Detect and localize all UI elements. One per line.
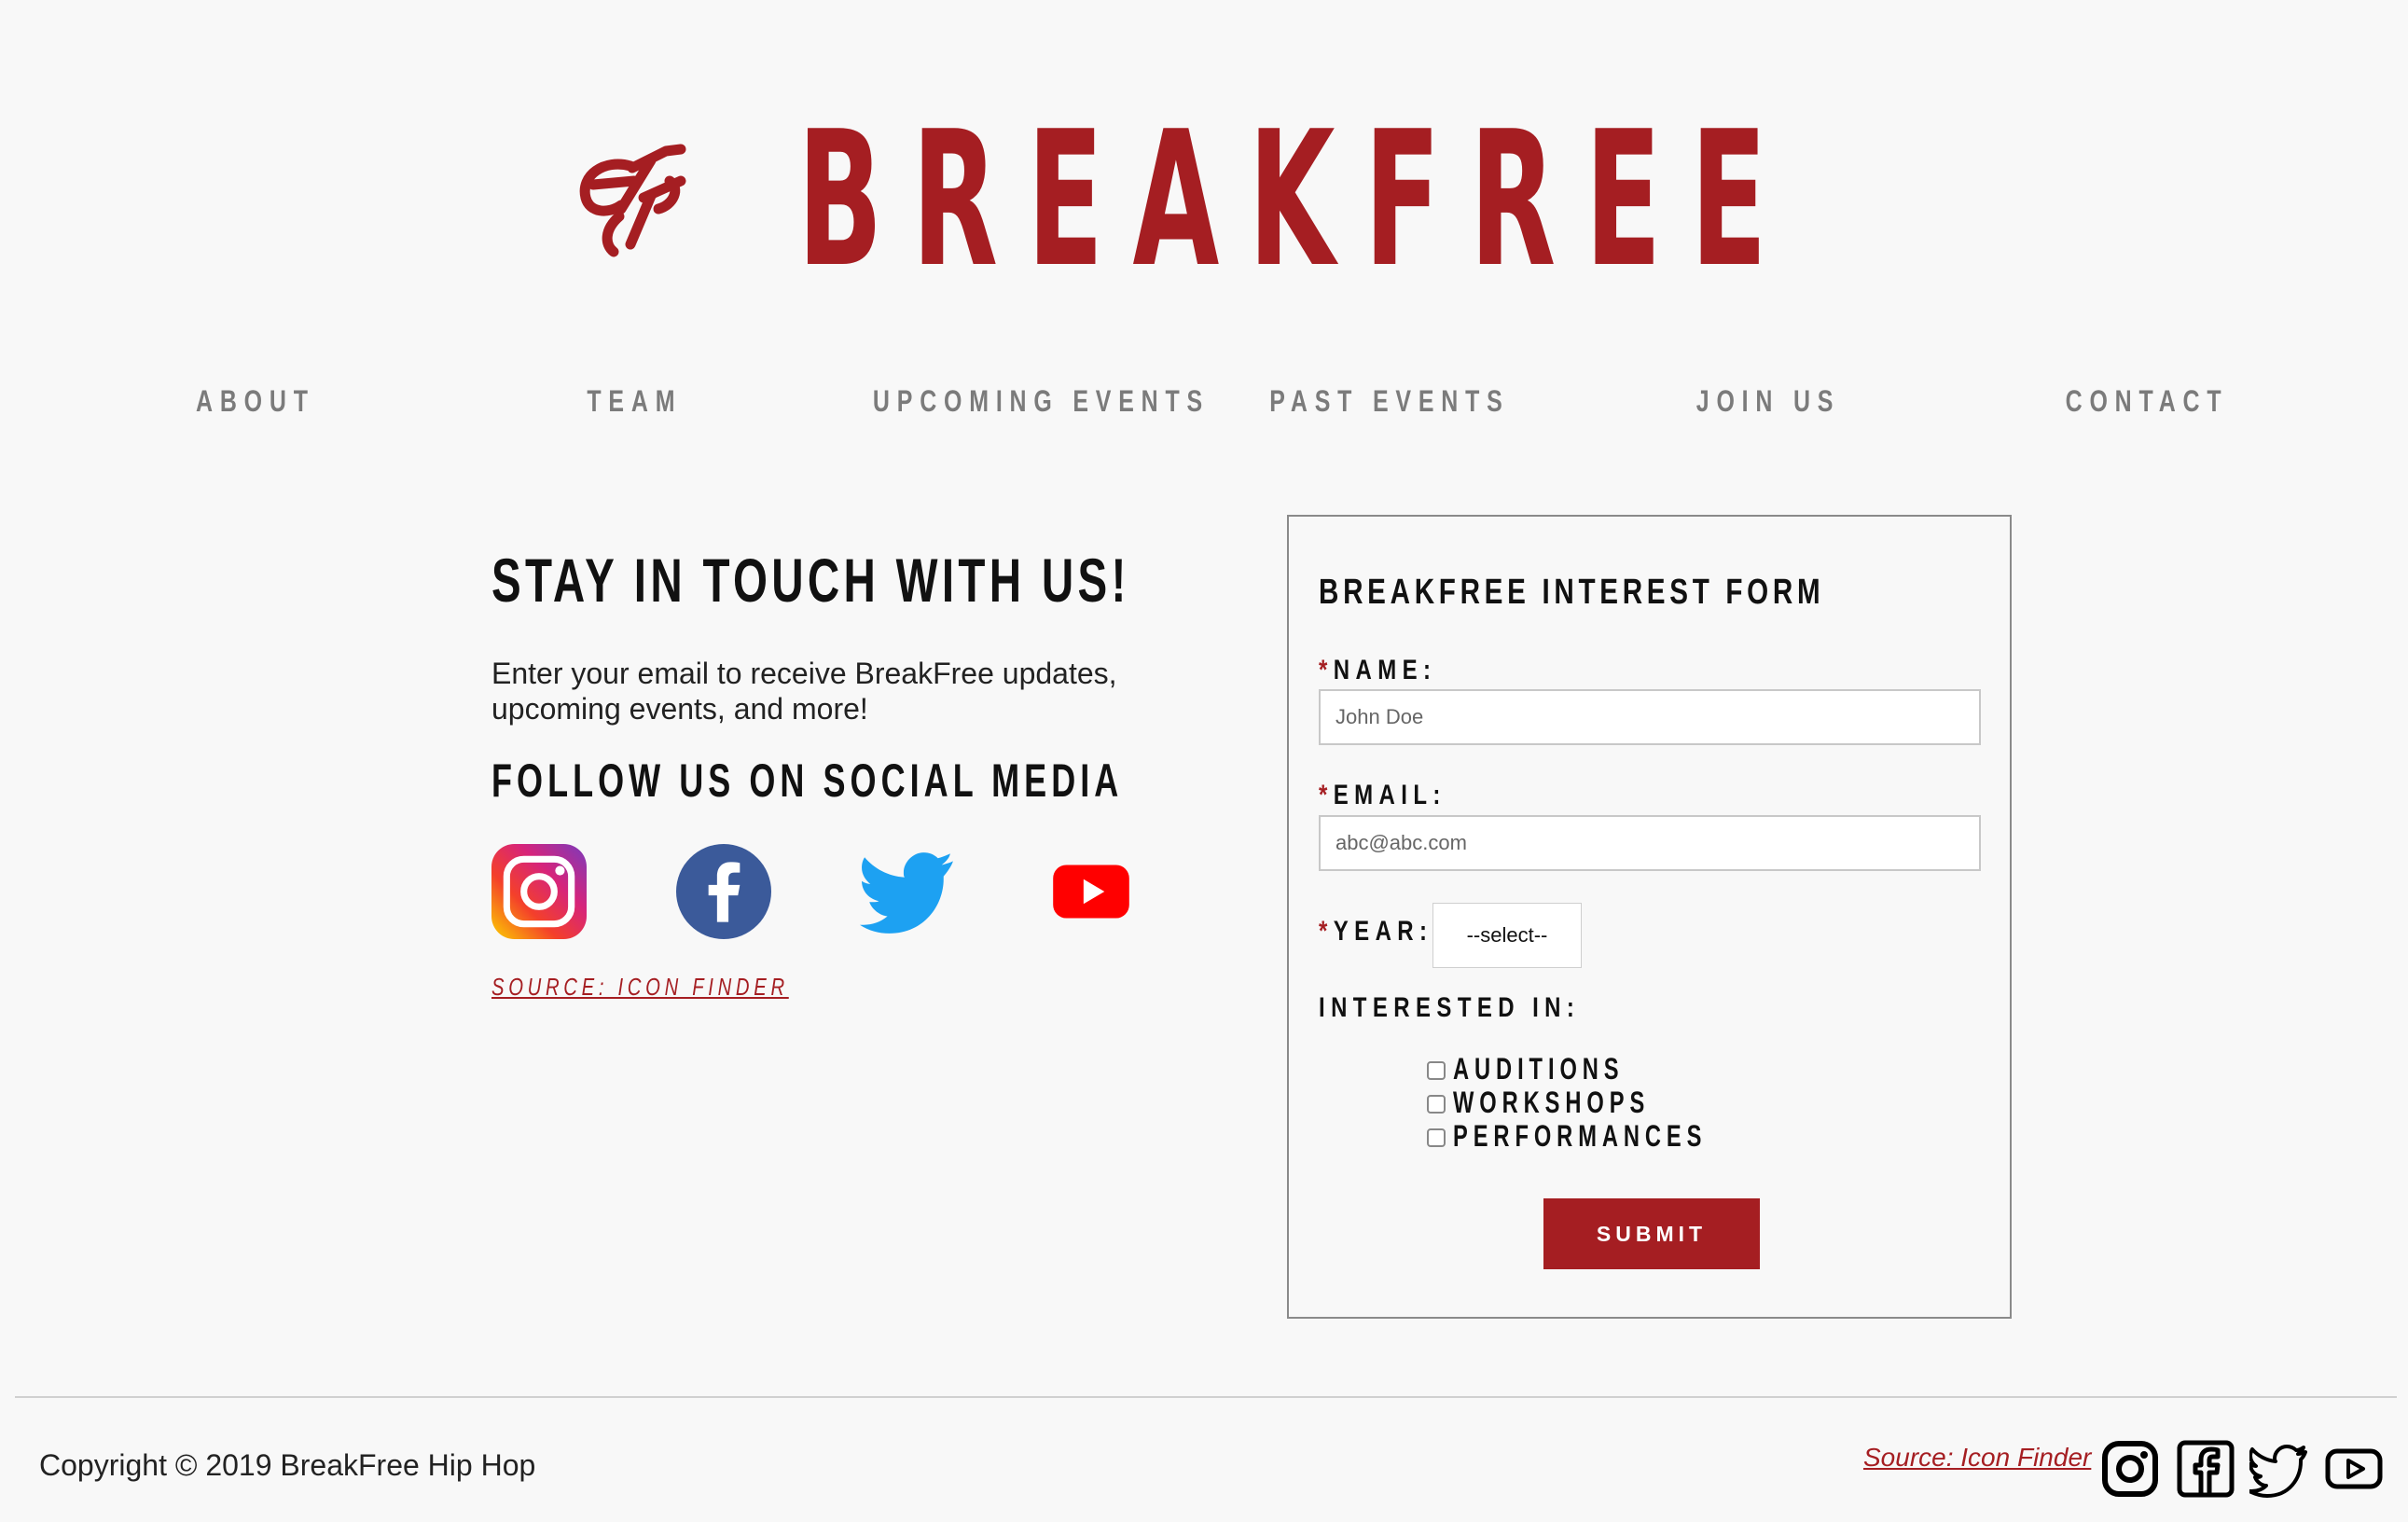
email-input[interactable] xyxy=(1319,815,1981,871)
facebook-icon[interactable] xyxy=(676,844,771,939)
newsletter-text-line1: Enter your email to receive BreakFree up… xyxy=(491,657,1117,690)
main-nav: ABOUT TEAM UPCOMING EVENTS PAST EVENTS J… xyxy=(0,378,2408,424)
youtube-outline-icon[interactable] xyxy=(2324,1439,2384,1499)
submit-button[interactable]: SUBMIT xyxy=(1543,1198,1760,1269)
nav-contact[interactable]: CONTACT xyxy=(1960,378,2333,424)
name-label: *NAME: xyxy=(1319,655,1437,685)
brand-wordmark: BREAKFREE xyxy=(797,91,1796,309)
newsletter-heading: STAY IN TOUCH WITH US! xyxy=(491,546,1130,615)
nav-past-events[interactable]: PAST EVENTS xyxy=(1203,378,1576,424)
year-label: *YEAR: xyxy=(1319,916,1433,947)
icon-source-link[interactable]: SOURCE: ICON FINDER xyxy=(491,973,789,1002)
youtube-icon[interactable] xyxy=(1044,844,1139,939)
workshops-checkbox[interactable] xyxy=(1427,1095,1446,1114)
performances-checkbox[interactable] xyxy=(1427,1128,1446,1147)
instagram-icon[interactable] xyxy=(491,844,587,939)
performances-label: PERFORMANCES xyxy=(1453,1119,1708,1153)
email-label: *EMAIL: xyxy=(1319,780,1446,810)
social-heading: FOLLOW US ON SOCIAL MEDIA xyxy=(491,754,1124,807)
instagram-outline-icon[interactable] xyxy=(2100,1439,2160,1499)
nav-about[interactable]: ABOUT xyxy=(69,378,442,424)
footer-divider xyxy=(15,1396,2397,1398)
nav-join-us[interactable]: JOIN US xyxy=(1582,378,1955,424)
twitter-outline-icon[interactable] xyxy=(2249,1439,2309,1499)
copyright-text: Copyright © 2019 BreakFree Hip Hop xyxy=(39,1448,536,1482)
facebook-outline-icon[interactable] xyxy=(2176,1439,2235,1499)
auditions-checkbox[interactable] xyxy=(1427,1061,1446,1080)
nav-upcoming-events[interactable]: UPCOMING EVENTS xyxy=(825,378,1202,424)
interest-form: BREAKFREE INTEREST FORM *NAME: *EMAIL: *… xyxy=(1287,515,2012,1319)
name-input[interactable] xyxy=(1319,689,1981,745)
workshops-label: WORKSHOPS xyxy=(1453,1086,1651,1119)
breakfree-logo-mark xyxy=(579,144,686,257)
nav-team[interactable]: TEAM xyxy=(448,378,821,424)
footer-source-link[interactable]: Source: Icon Finder xyxy=(1863,1443,2091,1473)
auditions-label: AUDITIONS xyxy=(1453,1052,1625,1086)
twitter-icon[interactable] xyxy=(860,844,955,939)
year-select[interactable]: --select-- xyxy=(1432,903,1582,968)
newsletter-text: Enter your email to receive BreakFree up… xyxy=(491,656,1163,726)
newsletter-text-line2: upcoming events, and more! xyxy=(491,692,868,726)
interested-in-label: INTERESTED IN: xyxy=(1319,992,1581,1023)
form-title: BREAKFREE INTEREST FORM xyxy=(1319,573,1825,612)
